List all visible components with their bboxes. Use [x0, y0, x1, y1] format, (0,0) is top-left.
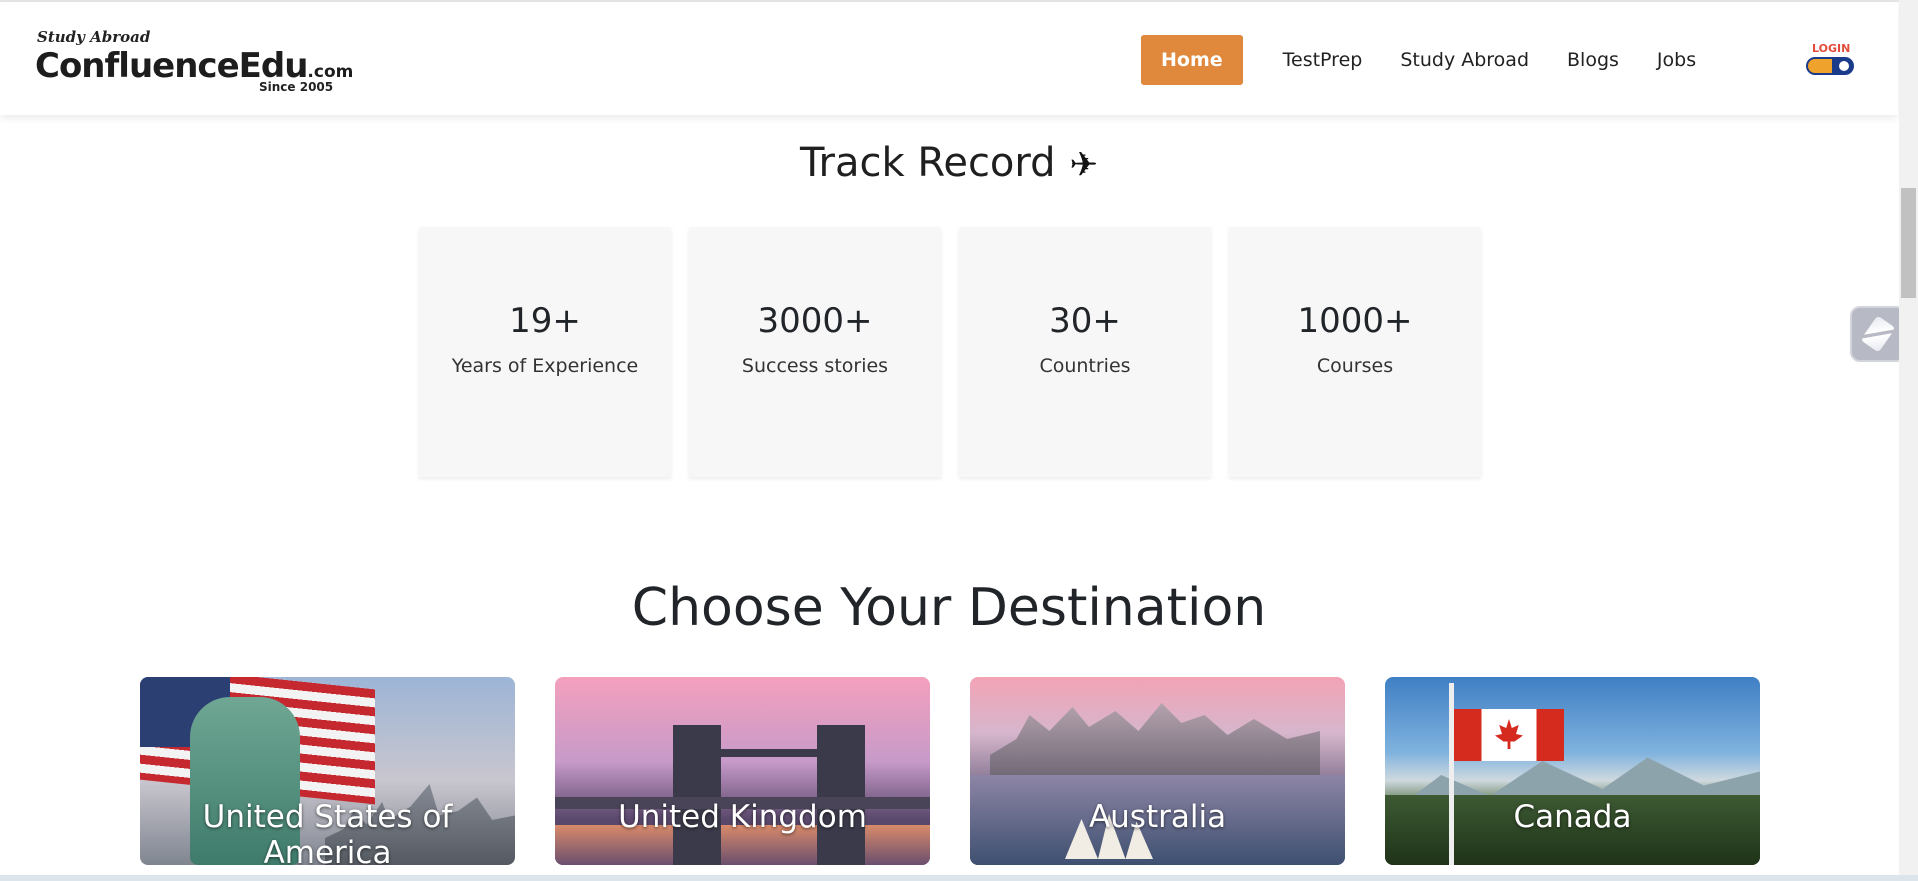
uk-tower-bridge-image: [673, 725, 721, 865]
logo-domain: .com: [307, 62, 354, 82]
stat-label: Countries: [1039, 355, 1131, 377]
main-nav: Home TestPrep Study Abroad Blogs Jobs: [1141, 35, 1715, 85]
site-logo[interactable]: Study Abroad ConfluenceEdu.com Since 200…: [35, 28, 353, 100]
stat-label: Years of Experience: [451, 355, 639, 377]
stat-value: 30+: [1049, 301, 1121, 341]
airplane-icon: ✈: [1069, 145, 1099, 185]
destination-name: Australia: [1088, 799, 1227, 835]
login-label: LOGIN: [1812, 42, 1851, 55]
nav-testprep[interactable]: TestPrep: [1264, 35, 1382, 85]
nav-home[interactable]: Home: [1141, 35, 1243, 85]
stat-value: 19+: [509, 301, 581, 341]
logo-tagline: Study Abroad: [37, 28, 151, 46]
destination-card-canada[interactable]: Canada: [1385, 677, 1760, 865]
track-record-stats: 19+ Years of Experience 3000+ Success st…: [419, 227, 1481, 477]
page: Study Abroad ConfluenceEdu.com Since 200…: [0, 0, 1918, 881]
stat-label: Courses: [1316, 355, 1394, 377]
nav-jobs[interactable]: Jobs: [1638, 35, 1715, 85]
bottom-border: [0, 875, 1918, 881]
destination-cards: United States of America United Kingdom …: [140, 677, 1760, 865]
nav-study-abroad[interactable]: Study Abroad: [1381, 35, 1548, 85]
destination-heading: Choose Your Destination: [631, 578, 1267, 638]
destination-name: Canada: [1513, 799, 1632, 835]
destination-name: United Kingdom: [618, 799, 867, 835]
destination-card-australia[interactable]: Australia: [970, 677, 1345, 865]
stat-card-countries: 30+ Countries: [959, 227, 1211, 477]
track-record-title: Track Record: [799, 140, 1056, 186]
nav-blogs[interactable]: Blogs: [1548, 35, 1638, 85]
scrollbar-thumb[interactable]: [1901, 188, 1916, 298]
page-scrollbar[interactable]: [1899, 0, 1918, 881]
stat-card-courses: 1000+ Courses: [1229, 227, 1481, 477]
stat-label: Success stories: [741, 355, 889, 377]
destination-card-uk[interactable]: United Kingdom: [555, 677, 930, 865]
login-button[interactable]: LOGIN: [1806, 42, 1856, 78]
destination-card-usa[interactable]: United States of America: [140, 677, 515, 865]
track-record-heading: Track Record ✈: [0, 140, 1898, 186]
destination-name: United States of America: [202, 799, 453, 865]
lock-toggle-icon: [1806, 57, 1854, 75]
navbar: Study Abroad ConfluenceEdu.com Since 200…: [0, 2, 1898, 115]
stat-card-experience: 19+ Years of Experience: [419, 227, 671, 477]
logo-since: Since 2005: [259, 80, 334, 94]
chat-widget-icon[interactable]: [1850, 306, 1906, 362]
stat-value: 3000+: [757, 301, 873, 341]
stat-value: 1000+: [1297, 301, 1413, 341]
stat-card-success-stories: 3000+ Success stories: [689, 227, 941, 477]
